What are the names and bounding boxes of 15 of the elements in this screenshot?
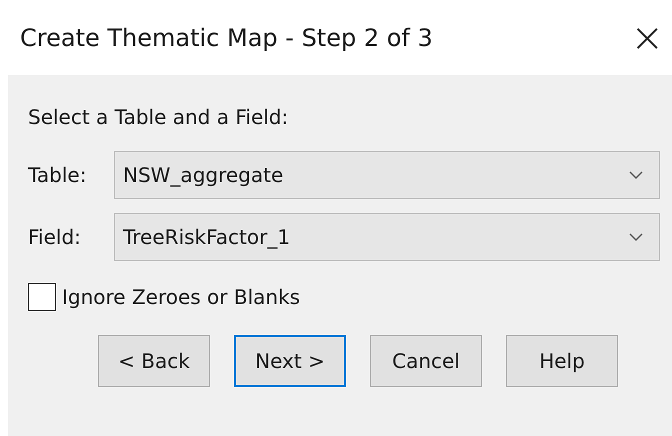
dropdown[interactable]: NSW_aggregate <box>114 151 660 199</box>
checkbox[interactable] <box>28 283 56 311</box>
prompt-label: Select a Table and a Field: <box>28 105 290 129</box>
dialog-button[interactable]: Cancel <box>370 335 482 387</box>
window-title: Create Thematic Map - Step 2 of 3 <box>20 24 433 52</box>
field-label: Field: <box>28 225 82 249</box>
dialog-button[interactable]: Help <box>506 335 618 387</box>
dialog-button[interactable]: < Back <box>98 335 210 387</box>
chevron-down-icon <box>629 171 643 179</box>
field-label: Table: <box>28 163 88 187</box>
chevron-down-icon <box>629 233 643 241</box>
dialog-button[interactable]: Next > <box>234 335 346 387</box>
close-button[interactable]: × <box>630 18 672 58</box>
dropdown[interactable]: TreeRiskFactor_1 <box>114 213 660 261</box>
checkbox-label: Ignore Zeroes or Blanks <box>62 285 300 309</box>
